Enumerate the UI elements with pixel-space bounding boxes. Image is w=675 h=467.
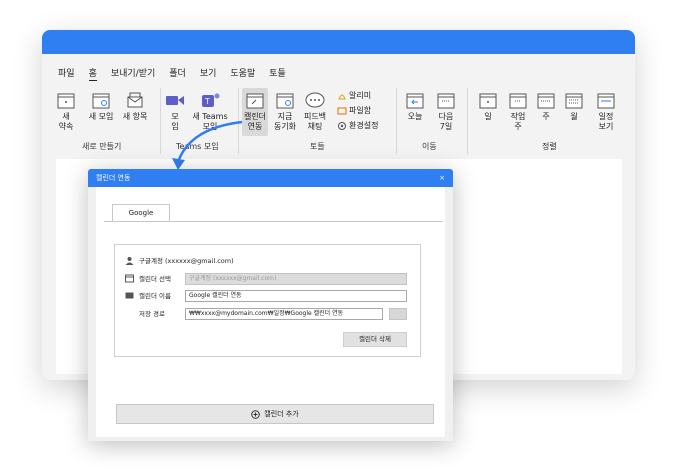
work-week-view-label: 작업 주: [510, 112, 526, 131]
meeting-icon: [92, 93, 110, 109]
account-card: 구글계정 (xxxxxx@gmail.com) 캘린더 선택 구글계정 (xxx…: [114, 244, 421, 357]
save-path-field[interactable]: ₩₩xxxx@mydomain.com₩일정₩Google 캘린더 연동: [185, 308, 383, 320]
window-titlebar: [42, 30, 635, 54]
calendar-icon: [57, 93, 75, 109]
tab-todle[interactable]: 토들: [269, 67, 286, 81]
feedback-chat-button[interactable]: 피드백 채팅: [302, 90, 328, 132]
add-calendar-label: 캘린더 추가: [264, 410, 299, 418]
calendar-day-icon: [479, 93, 497, 109]
dialog-title: 캘린더 연동: [96, 174, 131, 182]
bell-icon: [338, 94, 346, 99]
new-appointment-label: 새 약속: [58, 112, 74, 131]
day-view-button[interactable]: 일: [478, 90, 498, 122]
tab-google[interactable]: Google: [112, 204, 170, 221]
sync-now-label: 지금 동기화: [273, 112, 297, 131]
video-camera-icon: [166, 96, 184, 105]
calendar-select-field[interactable]: 구글계정 (xxxxxx@gmail.com): [185, 273, 407, 285]
calendar-name-field[interactable]: Google 캘린더 연동: [185, 290, 407, 302]
new-item-button[interactable]: 새 항목: [118, 90, 152, 122]
schedule-view-label: 일정 보기: [598, 112, 614, 131]
ribbon-separator: [467, 88, 468, 154]
calendar-week-view-icon: [537, 93, 555, 109]
settings-label: 환경설정: [349, 121, 379, 130]
calendar-link-icon: [246, 93, 264, 109]
calendar-week-icon: [437, 93, 455, 109]
sync-now-button[interactable]: 지금 동기화: [272, 90, 298, 132]
delete-calendar-button[interactable]: 캘린더 삭제: [343, 332, 407, 347]
week-view-button[interactable]: 주: [536, 90, 556, 122]
calendar-refresh-icon: [276, 93, 294, 109]
account-label: 구글계정 (xxxxxx@gmail.com): [139, 257, 234, 265]
todle-group-label: 토들: [310, 142, 325, 151]
new-meeting-button[interactable]: 새 모임: [84, 90, 118, 122]
calendar-today-icon: [406, 93, 424, 109]
dialog-title-bar: 캘린더 연동: [88, 169, 453, 187]
calendar-select-row: 캘린더 선택: [125, 273, 171, 283]
close-icon[interactable]: ×: [439, 169, 445, 187]
calendar-workweek-icon: [509, 93, 527, 109]
ribbon-separator: [396, 88, 397, 154]
teams-icon: T: [202, 93, 220, 107]
today-button[interactable]: 오늘: [404, 90, 426, 122]
next-7-days-button[interactable]: 다음 7일: [434, 90, 458, 132]
day-view-label: 일: [484, 112, 492, 121]
calendar-sync-dialog: 캘린더 연동 × Google 구글계정 (xxxxxx@gmail.com) …: [88, 169, 453, 441]
notifier-button[interactable]: 알리미: [337, 90, 371, 101]
calendar-month-icon: [565, 93, 583, 109]
svg-text:T: T: [205, 97, 210, 106]
week-view-label: 주: [542, 112, 550, 121]
save-path-row: 저장 경로: [139, 308, 165, 318]
save-path-label: 저장 경로: [139, 310, 165, 318]
calendar-select-label: 캘린더 선택: [139, 275, 171, 283]
id-card-icon: [125, 292, 134, 298]
calendar-name-label: 캘린더 이름: [139, 292, 171, 300]
month-view-label: 월: [570, 112, 578, 121]
browse-button[interactable]: [389, 308, 407, 320]
tab-send-receive[interactable]: 보내기/받기: [111, 67, 155, 81]
calendar-small-icon: [125, 274, 134, 282]
settings-button[interactable]: 환경설정: [337, 120, 378, 131]
user-icon: [125, 256, 134, 265]
file-box-label: 파일함: [349, 106, 372, 115]
view-group-label: 정렬: [542, 142, 557, 151]
next-7-days-label: 다음 7일: [438, 112, 454, 131]
schedule-view-icon: [597, 93, 615, 109]
feedback-chat-label: 피드백 채팅: [303, 112, 327, 131]
schedule-view-button[interactable]: 일정 보기: [594, 90, 618, 132]
tab-folder[interactable]: 폴더: [169, 67, 186, 81]
new-appointment-button[interactable]: 새 약속: [56, 90, 76, 132]
month-view-button[interactable]: 월: [564, 90, 584, 122]
add-calendar-button[interactable]: 캘린더 추가: [116, 404, 434, 424]
envelope-icon: [127, 92, 143, 108]
gear-icon: [338, 121, 346, 130]
calendar-name-row: 캘린더 이름: [125, 290, 171, 300]
account-row: 구글계정 (xxxxxx@gmail.com): [125, 255, 234, 265]
tab-file[interactable]: 파일: [58, 67, 75, 81]
today-label: 오늘: [407, 112, 423, 121]
new-meeting-label: 새 모임: [88, 112, 114, 121]
tab-view[interactable]: 보기: [200, 67, 217, 81]
new-group-label: 새로 만들기: [82, 142, 122, 151]
plus-circle-icon: [251, 409, 261, 419]
tab-help[interactable]: 도움말: [230, 67, 255, 81]
curved-arrow-icon: [172, 120, 243, 170]
move-group-label: 이동: [422, 142, 437, 151]
tab-home[interactable]: 홈: [88, 67, 97, 81]
dialog-body: Google 구글계정 (xxxxxx@gmail.com) 캘린더 선택 구글…: [96, 187, 445, 437]
ribbon-menu-tabs: 파일 홈 보내기/받기 폴더 보기 도움말 토들: [58, 67, 300, 81]
file-box-button[interactable]: 파일함: [337, 105, 371, 116]
notifier-label: 알리미: [349, 91, 372, 100]
new-item-label: 새 항목: [122, 112, 148, 121]
chat-bubble-icon: [305, 92, 325, 108]
folder-icon: [337, 107, 347, 114]
work-week-view-button[interactable]: 작업 주: [506, 90, 530, 132]
